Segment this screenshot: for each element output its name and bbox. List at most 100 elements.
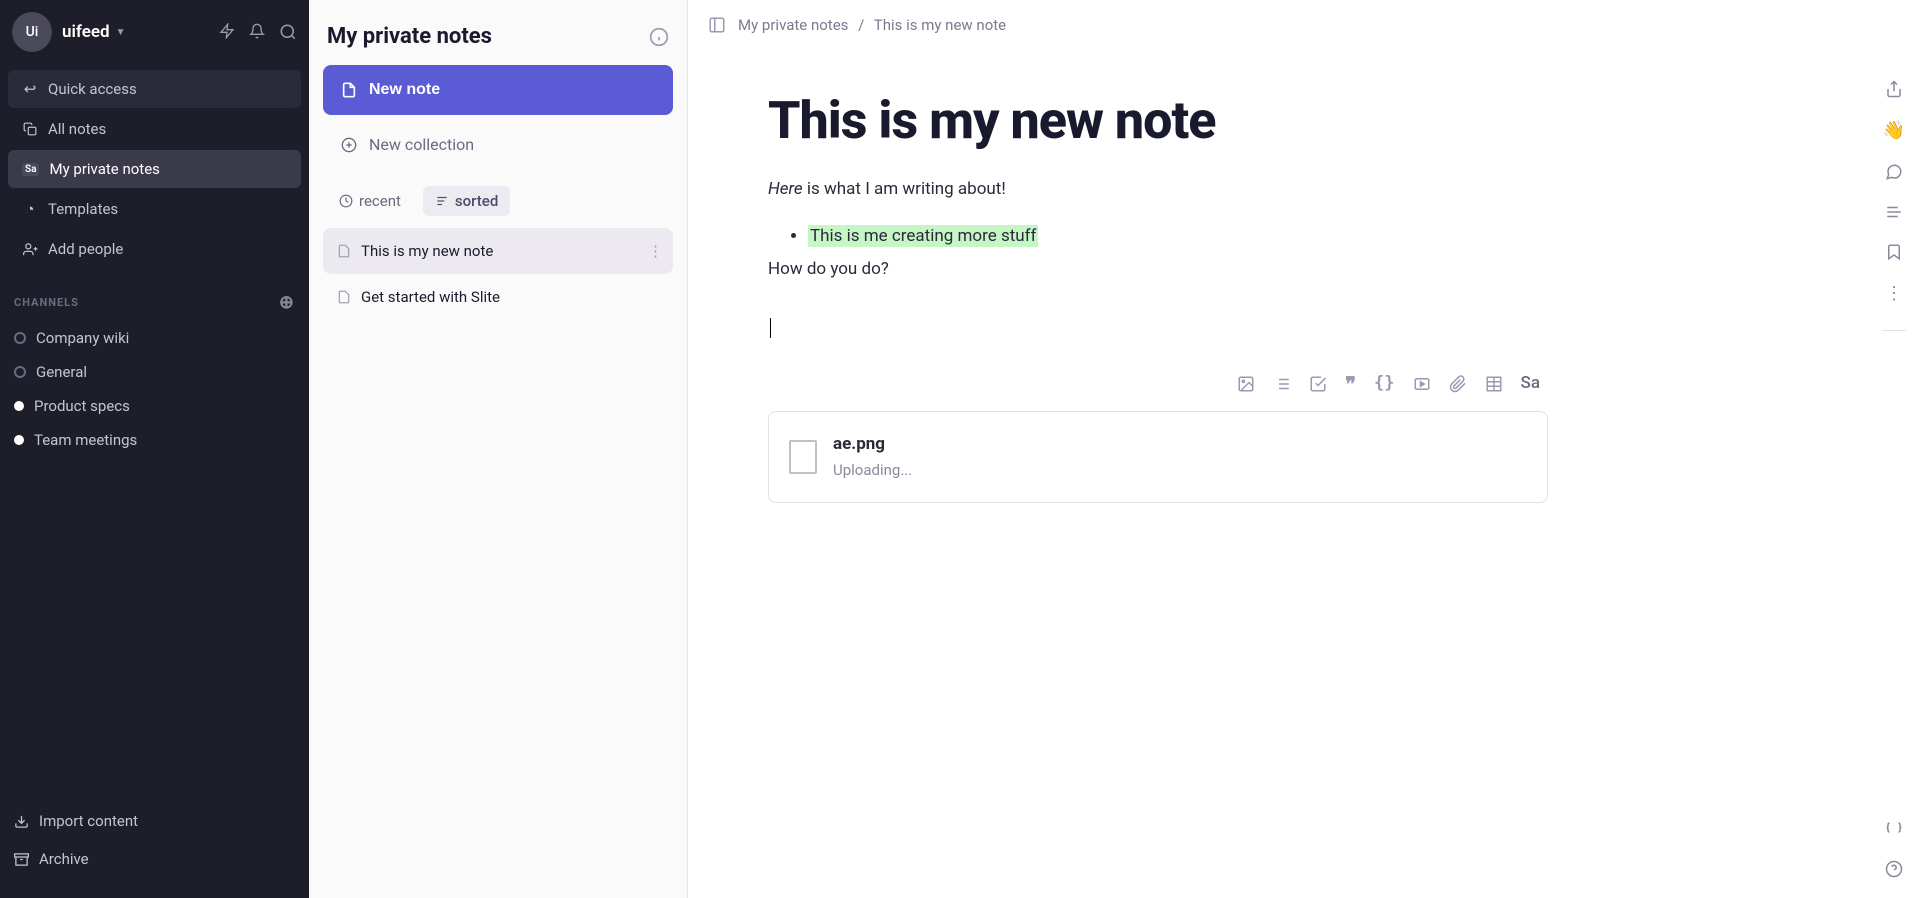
nav-primary: ↩ Quick access All notes Sa My private n… (0, 64, 309, 274)
label: Archive (39, 850, 89, 868)
video-icon[interactable] (1413, 375, 1431, 393)
bolt-icon[interactable] (219, 23, 235, 41)
label: Quick access (48, 80, 137, 98)
label: Team meetings (34, 431, 137, 449)
attachment-filename: ae.png (833, 430, 912, 459)
attachment-status: Uploading... (833, 458, 912, 484)
checkbox-icon[interactable] (1309, 375, 1327, 393)
label: Add people (48, 240, 123, 258)
intro-line[interactable]: Here is what I am writing about! (768, 175, 1548, 204)
channel-product-specs[interactable]: Product specs (0, 389, 309, 423)
help-icon[interactable] (1885, 860, 1903, 878)
nav-add-people[interactable]: Add people (8, 230, 301, 268)
label: All notes (48, 120, 106, 138)
body-line[interactable]: How do you do? (768, 255, 1548, 284)
note-title: This is my new note (361, 242, 493, 260)
label: recent (359, 192, 401, 210)
channel-dot-icon (14, 435, 24, 445)
quote-icon[interactable]: ❞ (1345, 367, 1356, 401)
user-plus-icon (22, 242, 38, 257)
highlighted-text: This is me creating more stuff (808, 225, 1038, 247)
intro-em: Here (768, 179, 803, 199)
circle-icon: ◔ (22, 200, 38, 218)
paragraph-icon[interactable] (1885, 203, 1903, 221)
note-item[interactable]: This is my new note ⋮ (323, 228, 673, 274)
new-collection-button[interactable]: New collection (323, 121, 673, 168)
archive-icon (14, 852, 29, 867)
editor: My private notes / This is my new note T… (688, 0, 1920, 898)
label: CHANNELS (14, 296, 79, 309)
code-icon[interactable]: {} (1374, 369, 1394, 398)
sort-icon (435, 194, 449, 208)
breadcrumb: My private notes / This is my new note (738, 16, 1006, 34)
wave-icon[interactable]: 👋 (1883, 120, 1905, 141)
bullet-item[interactable]: This is me creating more stuff (808, 222, 1548, 251)
attachment-info: ae.png Uploading... (833, 430, 912, 484)
nav-templates[interactable]: ◔ Templates (8, 190, 301, 228)
more-icon[interactable]: ⋮ (648, 242, 663, 260)
label: General (36, 363, 87, 381)
label: Product specs (34, 397, 130, 415)
editor-content[interactable]: This is my new note Here is what I am wr… (708, 50, 1608, 543)
workspace-name: uifeed (62, 22, 110, 42)
notes-panel: My private notes New note New collection… (309, 0, 688, 898)
import-content[interactable]: Import content (0, 802, 309, 840)
sidebar-toggle-icon[interactable] (708, 16, 726, 34)
reply-icon: ↩ (22, 80, 38, 98)
attachment-card[interactable]: ae.png Uploading... (768, 411, 1548, 503)
channels-header: CHANNELS ⊕ (0, 274, 309, 321)
doc-icon (337, 290, 351, 304)
channel-dot-icon (14, 332, 26, 344)
sort-recent[interactable]: recent (327, 186, 413, 216)
archive[interactable]: Archive (0, 840, 309, 878)
more-icon[interactable]: ⋮ (1885, 283, 1903, 304)
upload-icon (341, 137, 357, 153)
label: Import content (39, 812, 138, 830)
breadcrumb-parent[interactable]: My private notes (738, 16, 848, 34)
document-body[interactable]: Here is what I am writing about! This is… (768, 175, 1548, 503)
channel-team-meetings[interactable]: Team meetings (0, 423, 309, 457)
sa-format-icon[interactable]: Sa (1521, 369, 1540, 398)
nav-private-notes[interactable]: Sa My private notes (8, 150, 301, 188)
download-icon (14, 814, 29, 829)
note-title: Get started with Slite (361, 288, 500, 306)
attachment-icon[interactable] (1449, 375, 1467, 393)
channel-dot-icon (14, 366, 26, 378)
image-icon[interactable] (1237, 375, 1255, 393)
search-icon[interactable] (279, 23, 297, 41)
workspace-header: Ui uifeed ▼ (0, 0, 309, 64)
breadcrumb-current: This is my new note (874, 16, 1006, 34)
intro-rest: is what I am writing about! (803, 179, 1006, 199)
workspace-switcher[interactable]: uifeed ▼ (62, 22, 209, 42)
sort-row: recent sorted (323, 168, 673, 228)
right-rail-bottom (1885, 820, 1903, 878)
plus-circle-icon[interactable]: ⊕ (279, 292, 295, 313)
avatar[interactable]: Ui (12, 12, 52, 52)
channel-general[interactable]: General (0, 355, 309, 389)
bell-icon[interactable] (249, 23, 265, 41)
nav-all-notes[interactable]: All notes (8, 110, 301, 148)
nav-quick-access[interactable]: ↩ Quick access (8, 70, 301, 108)
info-icon[interactable] (649, 27, 669, 47)
bookmark-icon[interactable] (1885, 243, 1903, 261)
document-title[interactable]: This is my new note (768, 90, 1548, 151)
new-note-button[interactable]: New note (323, 65, 673, 115)
insert-line[interactable]: ❞ {} Sa (768, 314, 1548, 401)
table-icon[interactable] (1485, 375, 1503, 393)
label: Templates (48, 200, 118, 218)
label: sorted (455, 192, 498, 210)
sort-sorted[interactable]: sorted (423, 186, 510, 216)
clock-icon (339, 194, 353, 208)
bullet-list[interactable]: This is me creating more stuff (808, 222, 1548, 251)
channel-company-wiki[interactable]: Company wiki (0, 321, 309, 355)
comment-icon[interactable] (1885, 163, 1903, 181)
channel-dot-icon (14, 401, 24, 411)
keyboard-icon[interactable] (1885, 820, 1903, 838)
list-icon[interactable] (1273, 375, 1291, 393)
file-icon (789, 440, 817, 474)
label: Company wiki (36, 329, 129, 347)
share-icon[interactable] (1885, 80, 1903, 98)
note-item[interactable]: Get started with Slite (323, 274, 673, 320)
panel-title: My private notes (327, 24, 492, 49)
editor-topbar: My private notes / This is my new note (688, 0, 1920, 50)
